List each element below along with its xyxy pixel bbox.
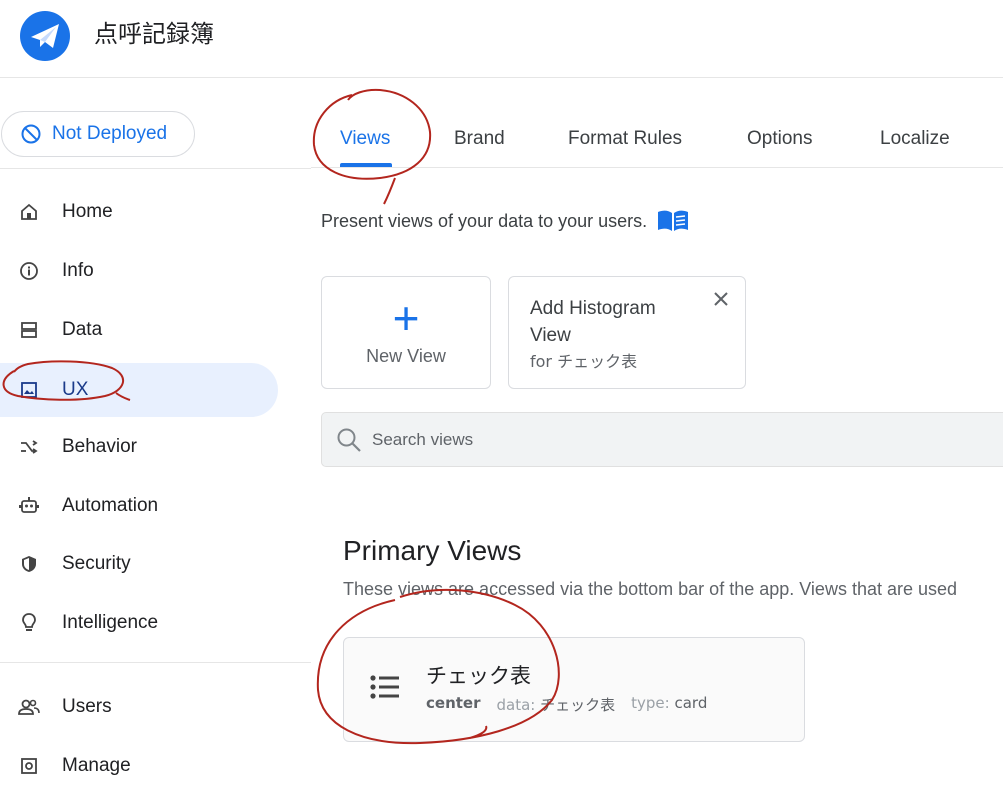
sidebar-item-label: Security (62, 553, 131, 574)
section-title: Primary Views (343, 535, 522, 566)
suggestion-card[interactable]: Add Histogram View for チェック表 (508, 276, 746, 389)
sidebar-item-home[interactable]: Home (0, 185, 278, 239)
tab-brand[interactable]: Brand (454, 124, 505, 154)
automation-icon (18, 495, 40, 517)
behavior-icon (18, 436, 40, 458)
not-deployed-icon (21, 124, 41, 144)
info-icon (18, 260, 40, 282)
view-type-value: card (674, 694, 708, 712)
sidebar-item-ux[interactable]: UX (0, 363, 278, 417)
tab-localize[interactable]: Localize (880, 124, 950, 154)
sidebar-divider (0, 662, 311, 663)
view-meta: center data: チェック表 type: card (426, 694, 707, 715)
plus-icon: + (392, 292, 420, 344)
sidebar-item-manage[interactable]: Manage (0, 739, 278, 788)
manage-icon (18, 755, 40, 777)
sidebar-item-label: Automation (62, 495, 159, 516)
sidebar-item-automation[interactable]: Automation (0, 479, 278, 533)
security-icon (18, 553, 40, 575)
sidebar-item-behavior[interactable]: Behavior (0, 420, 278, 474)
suggestion-title: Add Histogram View (530, 298, 656, 346)
intelligence-icon (18, 612, 40, 634)
sidebar-item-security[interactable]: Security (0, 537, 278, 591)
view-data-info: data: チェック表 (497, 694, 616, 715)
page-description: Present views of your data to your users… (321, 209, 689, 233)
ux-icon (18, 379, 40, 401)
sidebar-item-info[interactable]: Info (0, 244, 278, 298)
sidebar-item-label: Users (62, 696, 112, 717)
suggestion-subtitle: for チェック表 (530, 352, 638, 371)
sidebar-item-label: UX (62, 379, 89, 400)
sidebar-item-data[interactable]: Data (0, 303, 278, 357)
search-input[interactable] (372, 429, 972, 450)
tab-options[interactable]: Options (747, 124, 812, 154)
tab-format-rules[interactable]: Format Rules (568, 124, 682, 154)
data-icon (18, 319, 40, 341)
sidebar-divider (0, 168, 311, 169)
users-icon (18, 696, 40, 718)
search-bar (321, 412, 1003, 467)
sidebar-item-label: Home (62, 201, 113, 222)
view-data-value: チェック表 (540, 696, 616, 714)
view-type-label: type: (631, 694, 670, 712)
sidebar-item-label: Manage (62, 755, 131, 776)
close-icon[interactable] (711, 289, 731, 309)
sidebar-item-label: Info (62, 260, 94, 281)
sidebar-item-intelligence[interactable]: Intelligence (0, 596, 278, 650)
tabs-divider (311, 167, 1003, 168)
app-title: 点呼記録簿 (94, 20, 214, 48)
view-data-label: data: (496, 696, 536, 714)
search-icon (337, 428, 361, 452)
paper-plane-icon[interactable] (20, 11, 70, 61)
tab-views[interactable]: Views (340, 124, 390, 154)
sidebar-item-label: Intelligence (62, 612, 159, 633)
view-card[interactable]: チェック表 center data: チェック表 type: card (343, 637, 805, 742)
new-view-button[interactable]: + New View (321, 276, 491, 389)
sidebar-item-label: Data (62, 319, 103, 340)
deploy-status-button[interactable]: Not Deployed (1, 111, 195, 157)
book-icon[interactable] (657, 209, 689, 233)
deploy-status-label: Not Deployed (52, 123, 168, 144)
new-view-label: New View (366, 346, 446, 366)
view-name: チェック表 (426, 664, 531, 688)
view-type-info: type: card (631, 694, 707, 715)
section-description: These views are accessed via the bottom … (343, 579, 958, 599)
sidebar-item-users[interactable]: Users (0, 680, 278, 734)
list-icon (370, 675, 399, 699)
view-position: center (426, 694, 481, 712)
sidebar-item-label: Behavior (62, 436, 137, 457)
app-header: 点呼記録簿 (0, 0, 1003, 78)
description-text: Present views of your data to your users… (321, 210, 648, 231)
home-icon (18, 201, 40, 223)
